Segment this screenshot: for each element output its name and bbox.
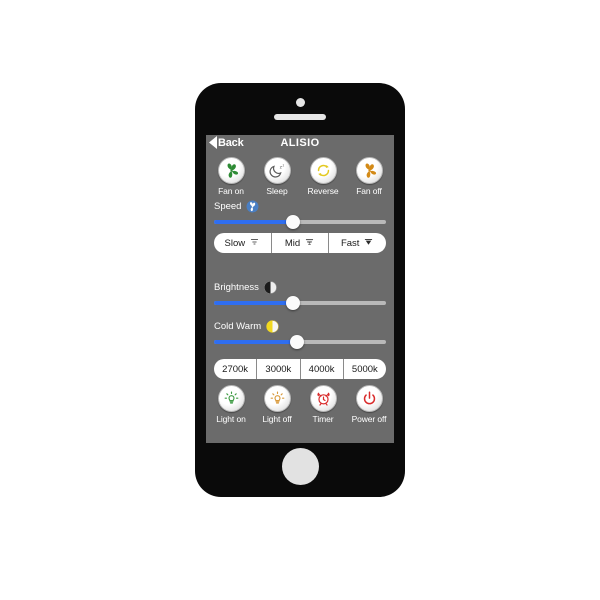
alarm-clock-icon — [309, 385, 337, 412]
cold-warm-slider-thumb[interactable] — [289, 335, 304, 349]
color-temp-2700k[interactable]: 2700k — [214, 359, 258, 379]
cold-warm-slider[interactable] — [214, 335, 386, 349]
light-off-button[interactable]: Light off — [254, 385, 300, 424]
light-on-label: Light on — [216, 414, 246, 424]
cold-warm-header: Cold Warm — [214, 318, 386, 334]
brightness-label: Brightness — [214, 281, 259, 293]
speed-preset-mid-label: Mid — [284, 237, 301, 249]
front-camera-icon — [295, 98, 305, 107]
brightness-header: Brightness — [214, 279, 386, 295]
speed-slider[interactable] — [214, 215, 386, 229]
fan-off-button[interactable]: Fan off — [346, 157, 392, 196]
color-temp-5000k[interactable]: 5000k — [344, 359, 386, 379]
timer-button[interactable]: Timer — [300, 385, 346, 424]
svg-text:z: z — [282, 163, 284, 167]
fan-control-row: Fan on z z Sleep Reverse Fan off — [206, 153, 394, 196]
speed-preset-fast-label: Fast — [340, 237, 360, 249]
home-button[interactable] — [281, 448, 319, 485]
phone-device-frame: Back ALISIO Fan on z z Sleep Reverse Fan… — [195, 83, 405, 497]
sleep-button[interactable]: z z Sleep — [254, 157, 300, 196]
power-off-label: Power off — [351, 414, 387, 424]
fan-speed-icon — [246, 200, 259, 213]
app-screen: Back ALISIO Fan on z z Sleep Reverse Fan… — [206, 135, 394, 443]
half-circle-contrast-icon — [264, 280, 277, 294]
page-title: ALISIO — [280, 137, 320, 149]
light-on-button[interactable]: Light on — [208, 385, 254, 424]
earpiece-speaker — [274, 114, 326, 120]
wave-strong-icon — [363, 236, 374, 250]
screenshot-canvas: Back ALISIO Fan on z z Sleep Reverse Fan… — [0, 0, 600, 600]
brightness-control: Brightness — [206, 277, 394, 310]
speed-preset-mid[interactable]: Mid — [272, 233, 330, 253]
fan-on-label: Fan on — [218, 186, 244, 196]
speed-preset-slow-label: Slow — [224, 237, 246, 249]
speed-header: Speed — [214, 198, 386, 214]
bulb-icon — [217, 385, 245, 412]
light-control-row: Light on Light off Timer Power off — [206, 379, 394, 424]
color-temp-4000k[interactable]: 4000k — [301, 359, 344, 379]
brightness-slider[interactable] — [214, 296, 386, 310]
cold-warm-slider-fill — [214, 340, 297, 344]
speed-preset-group: Slow Mid Fast — [206, 229, 394, 253]
speed-control: Speed — [206, 196, 394, 229]
navigation-bar: Back ALISIO — [206, 135, 394, 153]
wave-light-icon — [249, 236, 260, 250]
bulb-icon — [263, 385, 291, 412]
fan-icon — [355, 157, 383, 184]
speed-slider-thumb[interactable] — [286, 215, 301, 229]
reverse-button[interactable]: Reverse — [300, 157, 346, 196]
timer-label: Timer — [312, 414, 334, 424]
fan-icon — [217, 157, 245, 184]
reverse-label: Reverse — [307, 186, 339, 196]
power-off-button[interactable]: Power off — [346, 385, 392, 424]
half-circle-warm-icon — [266, 319, 279, 333]
sleep-label: Sleep — [266, 186, 288, 196]
speed-preset-fast[interactable]: Fast — [329, 233, 386, 253]
color-temperature-group: 2700k 3000k 4000k 5000k — [206, 359, 394, 379]
light-off-label: Light off — [262, 414, 292, 424]
cold-warm-control: Cold Warm — [206, 316, 394, 349]
color-temp-3000k[interactable]: 3000k — [257, 359, 301, 379]
moon-sleep-icon: z z — [263, 157, 291, 184]
speed-preset-slow[interactable]: Slow — [214, 233, 272, 253]
wave-medium-icon — [304, 236, 315, 250]
cold-warm-label: Cold Warm — [214, 320, 262, 332]
brightness-slider-thumb[interactable] — [286, 296, 301, 310]
speed-slider-fill — [214, 220, 294, 224]
speed-label: Speed — [214, 200, 242, 212]
fan-on-button[interactable]: Fan on — [208, 157, 254, 196]
rotate-arrows-icon — [309, 157, 337, 184]
power-icon — [355, 385, 383, 412]
fan-off-label: Fan off — [356, 186, 382, 196]
brightness-slider-fill — [214, 301, 294, 305]
